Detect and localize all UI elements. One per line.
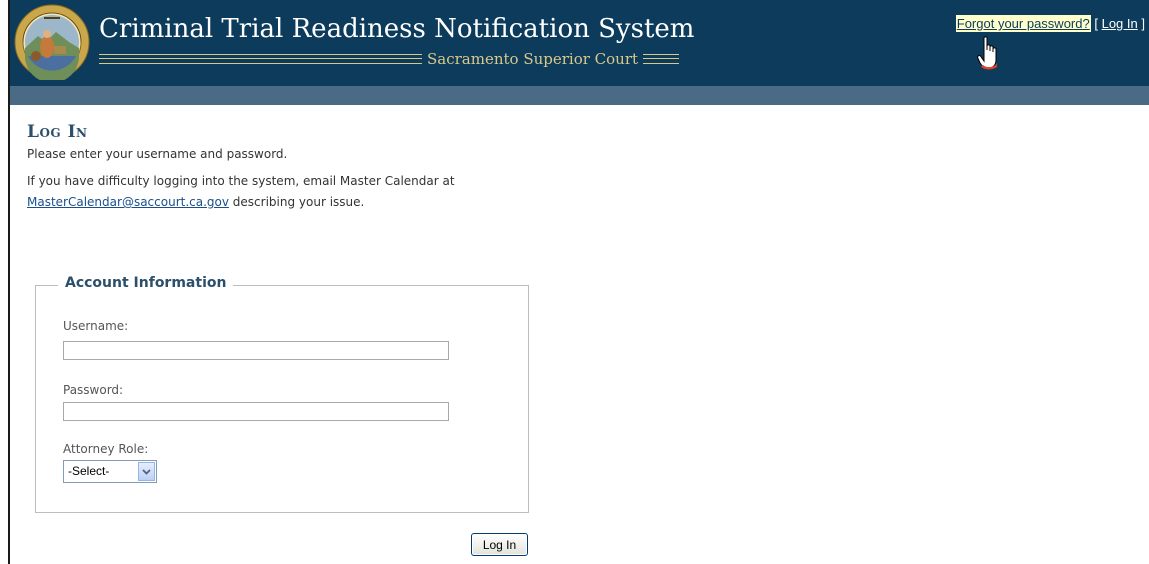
app-subtitle-row: Sacramento Superior Court <box>99 48 680 70</box>
password-input[interactable] <box>63 402 449 421</box>
username-input[interactable] <box>63 341 449 360</box>
account-information-legend: Account Information <box>58 275 234 291</box>
app-subtitle: Sacramento Superior Court <box>427 50 639 68</box>
chevron-down-icon <box>142 468 151 475</box>
login-instruction: Please enter your username and password. <box>27 147 288 161</box>
help-text-prefix: If you have difficulty logging into the … <box>27 174 455 188</box>
subtitle-rule-right <box>643 54 680 64</box>
attorney-role-selected-value: -Select- <box>68 464 110 478</box>
hand-cursor-icon <box>977 36 997 70</box>
dropdown-arrow-button[interactable] <box>138 462 155 481</box>
account-information-fieldset: Account Information Username: Password: … <box>35 275 529 513</box>
forgot-password-link[interactable]: Forgot your password? <box>955 15 1091 32</box>
attorney-role-label: Attorney Role: <box>63 442 149 456</box>
password-label: Password: <box>63 383 124 397</box>
bracket-open: [ <box>1094 16 1098 31</box>
header-menu-bar <box>10 86 1149 105</box>
bracket-close: ] <box>1141 16 1145 31</box>
master-calendar-email-link[interactable]: MasterCalendar@saccourt.ca.gov <box>27 195 229 209</box>
username-label: Username: <box>63 319 129 333</box>
help-text: If you have difficulty logging into the … <box>27 171 587 213</box>
login-status: Forgot your password? [ Log In ] <box>955 15 1145 32</box>
help-text-suffix: describing your issue. <box>232 195 365 209</box>
app-title: Criminal Trial Readiness Notification Sy… <box>99 14 695 44</box>
login-button[interactable]: Log In <box>471 533 528 556</box>
court-seal-logo <box>14 4 90 80</box>
attorney-role-select[interactable]: -Select- <box>63 460 157 483</box>
header-login-link[interactable]: Log In <box>1102 16 1138 31</box>
main-content: Log In Please enter your username and pa… <box>27 122 587 213</box>
page-title: Log In <box>27 122 88 142</box>
subtitle-rule-left <box>99 54 422 64</box>
